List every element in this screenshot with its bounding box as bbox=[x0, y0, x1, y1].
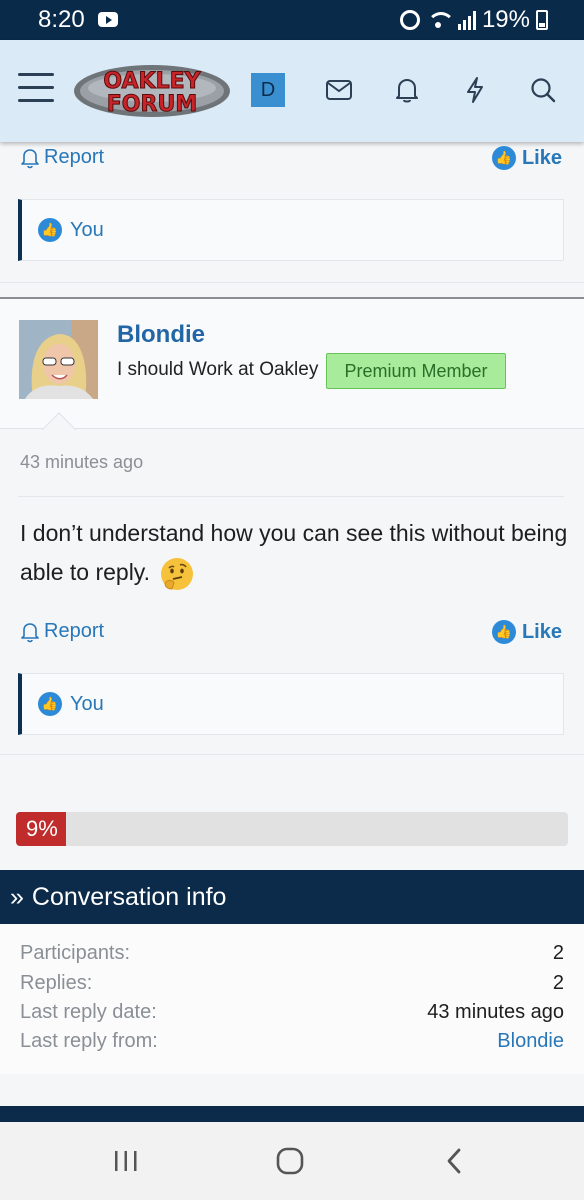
report-button[interactable]: Report bbox=[20, 620, 104, 643]
reactions-text: You bbox=[70, 692, 104, 715]
thumbs-up-icon: 👍 bbox=[491, 146, 516, 170]
system-nav-bar bbox=[0, 1122, 584, 1200]
mail-icon[interactable] bbox=[322, 73, 356, 107]
reactions-bar[interactable]: 👍 You bbox=[18, 199, 564, 261]
reactions-text: You bbox=[70, 218, 104, 241]
status-time: 8:20 bbox=[38, 6, 85, 33]
thumbs-up-icon: 👍 bbox=[38, 218, 62, 242]
section-title: Conversation info bbox=[31, 882, 227, 911]
wifi-icon bbox=[426, 10, 455, 30]
thumbs-up-icon: 👍 bbox=[38, 692, 62, 716]
user-title: I should Work at Oakley bbox=[117, 359, 319, 380]
bell-icon bbox=[21, 622, 39, 642]
bell-icon[interactable] bbox=[390, 73, 424, 107]
post-username[interactable]: Blondie bbox=[117, 321, 205, 349]
signal-icon bbox=[457, 10, 476, 30]
post-actions: Report 👍 Like bbox=[0, 146, 584, 186]
svg-text:OAKLEY: OAKLEY bbox=[103, 69, 201, 94]
user-avatar[interactable] bbox=[19, 320, 98, 399]
site-logo[interactable]: OAKLEY FORUM bbox=[72, 58, 232, 120]
info-row-participants: Participants: 2 bbox=[20, 942, 564, 964]
lightning-icon[interactable] bbox=[458, 73, 492, 107]
status-bar: 8:20 19% bbox=[0, 0, 584, 40]
bell-icon bbox=[21, 148, 39, 168]
progress-bar: 9% bbox=[16, 812, 568, 846]
like-button[interactable]: 👍 Like bbox=[491, 620, 562, 644]
divider bbox=[18, 496, 564, 497]
report-button[interactable]: Report bbox=[20, 146, 104, 169]
site-header: OAKLEY FORUM D bbox=[0, 40, 584, 142]
search-icon[interactable] bbox=[526, 73, 560, 107]
reactions-bar[interactable]: 👍 You bbox=[18, 673, 564, 735]
recent-apps-icon[interactable] bbox=[106, 1146, 146, 1176]
alarm-icon bbox=[399, 10, 420, 30]
post-user-header: Blondie I should Work at Oakley Premium … bbox=[0, 299, 584, 429]
info-row-last-reply-from: Last reply from: Blondie bbox=[20, 1030, 564, 1053]
battery-icon bbox=[536, 10, 548, 30]
status-badge: Premium Member bbox=[326, 353, 506, 389]
divider bbox=[0, 754, 584, 755]
thinking-face-icon bbox=[161, 557, 194, 590]
conversation-info-body: Participants: 2 Replies: 2 Last reply da… bbox=[0, 924, 584, 1074]
arrow-pointer bbox=[42, 412, 76, 430]
account-avatar-button[interactable]: D bbox=[251, 73, 285, 107]
post-actions: Report 👍 Like bbox=[0, 620, 584, 660]
youtube-icon bbox=[98, 12, 118, 27]
back-icon[interactable] bbox=[434, 1146, 474, 1176]
last-reply-user-link[interactable]: Blondie bbox=[497, 1030, 564, 1053]
like-button[interactable]: 👍 Like bbox=[491, 146, 562, 170]
divider bbox=[0, 282, 584, 283]
post-timestamp[interactable]: 43 minutes ago bbox=[20, 452, 143, 473]
double-chevron-icon: » bbox=[10, 882, 24, 911]
info-row-replies: Replies: 2 bbox=[20, 972, 564, 994]
menu-icon[interactable] bbox=[18, 73, 54, 103]
conversation-info-header[interactable]: » Conversation info bbox=[0, 870, 584, 924]
svg-text:FORUM: FORUM bbox=[107, 92, 197, 117]
thumbs-up-icon: 👍 bbox=[491, 620, 516, 644]
progress-fill: 9% bbox=[16, 812, 66, 846]
status-icons: 19% bbox=[399, 6, 548, 34]
info-row-last-reply-date: Last reply date: 43 minutes ago bbox=[20, 1001, 564, 1023]
battery-percent: 19% bbox=[481, 6, 530, 33]
post-content: I don’t understand how you can see this … bbox=[20, 514, 570, 592]
home-icon[interactable] bbox=[270, 1146, 310, 1176]
